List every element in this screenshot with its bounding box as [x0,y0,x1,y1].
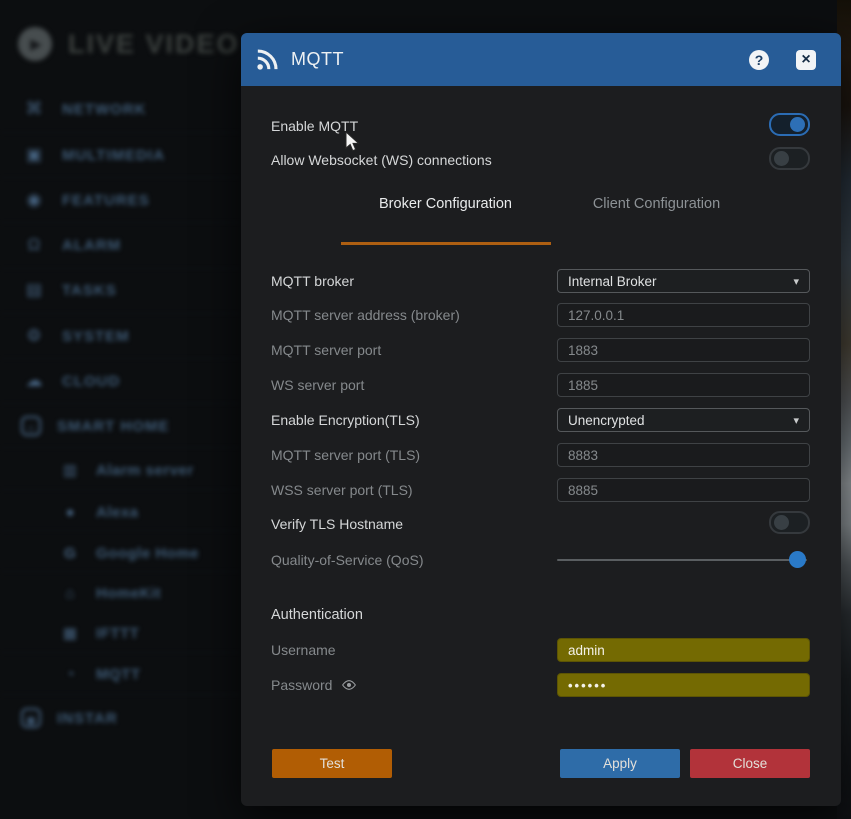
toggle-knob [774,151,789,166]
rss-icon [256,49,278,71]
smart-home-icon: ⌂ [21,416,41,436]
select-value: Internal Broker [568,274,657,289]
network-icon: ⌘ [21,99,47,119]
test-button[interactable]: Test [272,749,392,778]
encryption-label: Enable Encryption(TLS) [271,408,420,432]
allow-ws-toggle[interactable] [769,147,810,170]
server-port-label: MQTT server port [271,338,381,362]
ws-port-input [557,373,810,397]
multimedia-icon: ▣ [21,145,47,165]
qos-label: Quality-of-Service (QoS) [271,548,423,572]
sidebar-item-ifttt[interactable]: ▦ IFTTT [0,621,241,645]
verify-tls-label: Verify TLS Hostname [271,512,403,536]
features-icon: ◉ [21,190,47,210]
chevron-down-icon: ▾ [793,275,799,288]
app-logo: LIVE VIDEO [68,29,240,60]
sidebar-item-system[interactable]: ⚙ SYSTEM [0,324,241,348]
mqtt-dialog: MQTT ? × Enable MQTT Allow Websocket (WS… [241,33,841,806]
enable-mqtt-toggle[interactable] [769,113,810,136]
divider [0,268,241,269]
system-icon: ⚙ [21,326,47,346]
mouse-cursor [345,131,360,153]
divider [0,177,241,178]
server-port-input [557,338,810,362]
allow-ws-label: Allow Websocket (WS) connections [271,148,492,172]
alarm-server-icon: ▥ [57,461,83,479]
sidebar-item-network[interactable]: ⌘ NETWORK [0,97,241,121]
sidebar-item-alexa[interactable]: ● Alexa [0,500,241,524]
dialog-title: MQTT [291,49,344,70]
close-icon[interactable]: × [796,50,816,70]
divider [0,358,241,359]
sidebar-item-live-video[interactable]: ▶ LIVE VIDEO [18,22,240,66]
apply-button[interactable]: Apply [560,749,680,778]
tls-port-label: MQTT server port (TLS) [271,443,420,467]
username-input[interactable] [557,638,810,662]
divider [0,571,241,572]
wss-tls-port-input [557,478,810,502]
tab-client-configuration[interactable]: Client Configuration [551,185,762,223]
help-icon[interactable]: ? [749,50,769,70]
sidebar-item-cloud[interactable]: ☁ CLOUD [0,369,241,393]
tls-port-input [557,443,810,467]
password-input[interactable] [557,673,810,697]
divider [0,530,241,531]
select-value: Unencrypted [568,413,645,428]
mqtt-icon: ◔ [57,666,83,683]
tasks-icon: ▤ [21,280,47,300]
qos-slider-track[interactable] [557,559,807,561]
active-tab-indicator [341,242,551,245]
server-address-input [557,303,810,327]
divider [0,403,241,404]
dialog-header: MQTT ? × [241,33,841,86]
instar-icon: ◉ [21,708,41,728]
divider [0,132,241,133]
eye-icon[interactable] [341,679,357,691]
ifttt-icon: ▦ [57,624,83,642]
sidebar-item-instar[interactable]: ◉ INSTAR [0,706,241,730]
play-icon: ▶ [18,27,52,61]
divider [0,313,241,314]
wss-tls-port-label: WSS server port (TLS) [271,478,413,502]
toggle-knob [790,117,805,132]
username-label: Username [271,638,336,662]
sidebar-item-google-home[interactable]: G Google Home [0,541,241,565]
password-label: Password [271,673,332,697]
divider [0,447,241,448]
server-address-label: MQTT server address (broker) [271,303,460,327]
verify-tls-toggle[interactable] [769,511,810,534]
sidebar-item-alarm-server[interactable]: ▥ Alarm server [0,458,241,482]
encryption-select[interactable]: Unencrypted ▾ [557,408,810,432]
sidebar-item-smart-home[interactable]: ⌂ SMART HOME [0,414,241,438]
mqtt-broker-label: MQTT broker [271,269,354,293]
google-home-icon: G [57,545,83,562]
sidebar-item-features[interactable]: ◉ FEATURES [0,188,241,212]
chevron-down-icon: ▾ [793,414,799,427]
authentication-heading: Authentication [271,603,363,627]
cloud-icon: ☁ [21,371,47,391]
ws-port-label: WS server port [271,373,364,397]
tab-broker-configuration[interactable]: Broker Configuration [340,185,551,223]
divider [0,694,241,695]
homekit-icon: ⌂ [57,585,83,602]
sidebar-item-multimedia[interactable]: ▣ MULTIMEDIA [0,143,241,167]
qos-slider-handle[interactable] [789,551,806,568]
toggle-knob [774,515,789,530]
sidebar-item-mqtt[interactable]: ◔ MQTT [0,662,241,686]
alexa-icon: ● [57,504,83,521]
sidebar-item-alarm[interactable]: Ω ALARM [0,233,241,257]
close-button[interactable]: Close [690,749,810,778]
sidebar: ▶ LIVE VIDEO ⌘ NETWORK ▣ MULTIMEDIA ◉ FE… [0,0,241,819]
alarm-icon: Ω [21,235,47,255]
sidebar-item-homekit[interactable]: ⌂ HomeKit [0,581,241,605]
divider [0,652,241,653]
sidebar-item-tasks[interactable]: ▤ TASKS [0,278,241,302]
divider [0,222,241,223]
divider [0,489,241,490]
mqtt-broker-select[interactable]: Internal Broker ▾ [557,269,810,293]
